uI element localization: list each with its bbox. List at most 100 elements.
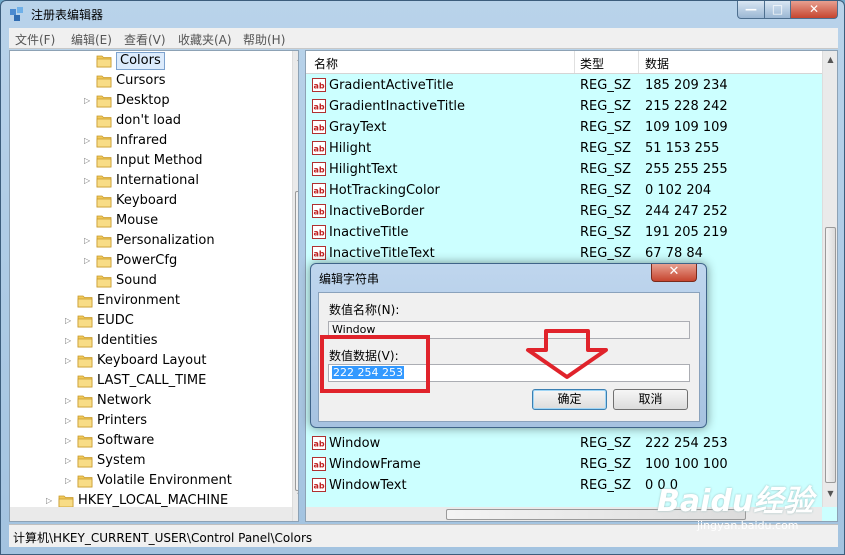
value-data: 244 247 252 — [645, 204, 728, 219]
expand-arrow-icon[interactable]: ▷ — [65, 451, 75, 471]
value-data: 109 109 109 — [645, 120, 728, 135]
value-name: InactiveTitleText — [329, 246, 435, 261]
value-row[interactable]: ab InactiveTitle REG_SZ 191 205 219 — [306, 222, 822, 243]
value-type: REG_SZ — [580, 99, 631, 114]
value-row[interactable]: ab GradientActiveTitle REG_SZ 185 209 234 — [306, 75, 822, 96]
value-name: HotTrackingColor — [329, 183, 440, 198]
menu-file[interactable]: 文件(F) — [15, 31, 55, 48]
tree-horizontal-scrollbar[interactable] — [10, 507, 292, 521]
folder-icon — [96, 175, 112, 188]
value-name: InactiveBorder — [329, 204, 425, 219]
expand-arrow-icon[interactable]: ▷ — [65, 431, 75, 451]
string-value-icon: ab — [312, 457, 326, 471]
folder-icon — [77, 455, 93, 468]
value-row[interactable]: ab Window REG_SZ 222 254 253 — [306, 433, 822, 454]
tree-item-label: Infrared — [116, 133, 168, 148]
tree-item-label: Environment — [97, 293, 181, 308]
menu-help[interactable]: 帮助(H) — [243, 31, 285, 48]
folder-icon — [77, 415, 93, 428]
value-type: REG_SZ — [580, 78, 631, 93]
folder-icon — [96, 95, 112, 108]
tree-item-label: EUDC — [97, 313, 134, 328]
value-row[interactable]: ab GrayText REG_SZ 109 109 109 — [306, 117, 822, 138]
value-name: GradientInactiveTitle — [329, 99, 466, 114]
value-type: REG_SZ — [580, 246, 631, 261]
expand-arrow-icon[interactable]: ▷ — [65, 411, 75, 431]
value-row[interactable]: ab Hilight REG_SZ 51 153 255 — [306, 138, 822, 159]
value-data: 191 205 219 — [645, 225, 728, 240]
expand-arrow-icon[interactable]: ▷ — [84, 171, 94, 191]
expand-arrow-icon[interactable]: ▷ — [84, 251, 94, 271]
expand-arrow-icon[interactable]: ▷ — [65, 471, 75, 491]
value-data: 222 254 253 — [645, 436, 728, 451]
dialog-close-button[interactable]: ✕ — [651, 264, 697, 282]
folder-icon — [96, 195, 112, 208]
menu-bar: 文件(F) 编辑(E) 查看(V) 收藏夹(A) 帮助(H) — [9, 28, 838, 49]
string-value-icon-label: ab — [313, 187, 324, 196]
value-row[interactable]: ab HilightText REG_SZ 255 255 255 — [306, 159, 822, 180]
scroll-down-arrow-icon[interactable]: ▼ — [295, 491, 298, 505]
registry-tree[interactable]: Colors Cursors ▷ Desktop don't load ▷ Infrared… — [9, 50, 299, 522]
folder-icon — [77, 395, 93, 408]
menu-favorites[interactable]: 收藏夹(A) — [178, 31, 232, 48]
ok-button[interactable]: 确定 — [532, 389, 607, 410]
column-name-header[interactable]: 名称 — [314, 55, 338, 72]
string-value-icon-label: ab — [313, 166, 324, 175]
tree-item-label: Network — [97, 393, 152, 408]
value-type: REG_SZ — [580, 141, 631, 156]
folder-icon — [77, 355, 93, 368]
folder-icon — [77, 435, 93, 448]
tree-item-label: Colors — [116, 52, 165, 70]
expand-arrow-icon[interactable]: ▷ — [65, 311, 75, 331]
tree-item-label: Desktop — [116, 93, 170, 108]
folder-icon — [77, 295, 93, 308]
value-row[interactable]: ab InactiveTitleText REG_SZ 67 78 84 — [306, 243, 822, 264]
title-bar[interactable]: 注册表编辑器 — □ ✕ — [1, 1, 844, 27]
list-vertical-scrollbar[interactable]: ▲ ▼ — [822, 51, 837, 507]
value-type: REG_SZ — [580, 183, 631, 198]
expand-arrow-icon[interactable]: ▷ — [65, 351, 75, 371]
value-row[interactable]: ab WindowFrame REG_SZ 100 100 100 — [306, 454, 822, 475]
tree-scroll-thumb[interactable] — [295, 191, 298, 491]
status-path: 计算机\HKEY_CURRENT_USER\Control Panel\Colo… — [13, 531, 313, 545]
tree-vertical-scrollbar[interactable]: ▲ ▼ — [292, 51, 298, 521]
value-type: REG_SZ — [580, 225, 631, 240]
column-type-header[interactable]: 类型 — [580, 55, 604, 72]
scroll-up-arrow-icon[interactable]: ▲ — [295, 53, 298, 67]
value-data: 185 209 234 — [645, 78, 728, 93]
value-row[interactable]: ab HotTrackingColor REG_SZ 0 102 204 — [306, 180, 822, 201]
expand-arrow-icon[interactable]: ▷ — [84, 131, 94, 151]
maximize-button[interactable]: □ — [764, 1, 791, 19]
list-scroll-thumb[interactable] — [825, 227, 836, 483]
string-value-icon: ab — [312, 120, 326, 134]
close-button[interactable]: ✕ — [790, 1, 838, 19]
value-type: REG_SZ — [580, 457, 631, 472]
tree-item-label: Input Method — [116, 153, 203, 168]
expand-arrow-icon[interactable]: ▷ — [65, 391, 75, 411]
value-row[interactable]: ab GradientInactiveTitle REG_SZ 215 228 242 — [306, 96, 822, 117]
value-type: REG_SZ — [580, 436, 631, 451]
column-data-header[interactable]: 数据 — [645, 55, 669, 72]
watermark-url: jingyan.baidu.com — [697, 519, 799, 532]
value-row[interactable]: ab InactiveBorder REG_SZ 244 247 252 — [306, 201, 822, 222]
expand-arrow-icon[interactable]: ▷ — [84, 151, 94, 171]
cancel-button[interactable]: 取消 — [613, 389, 688, 410]
tree-item-label: System — [97, 453, 146, 468]
tree-item-label: International — [116, 173, 199, 188]
minimize-button[interactable]: — — [737, 1, 765, 19]
menu-edit[interactable]: 编辑(E) — [71, 31, 112, 48]
menu-view[interactable]: 查看(V) — [124, 31, 166, 48]
value-name: HilightText — [329, 162, 398, 177]
tree-item-label: Sound — [116, 273, 157, 288]
string-value-icon: ab — [312, 141, 326, 155]
string-value-icon: ab — [312, 246, 326, 260]
string-value-icon-label: ab — [313, 250, 324, 259]
string-value-icon-label: ab — [313, 229, 324, 238]
expand-arrow-icon[interactable]: ▷ — [84, 231, 94, 251]
scroll-up-arrow-icon[interactable]: ▲ — [825, 55, 836, 69]
expand-arrow-icon[interactable]: ▷ — [84, 91, 94, 111]
expand-arrow-icon[interactable]: ▷ — [65, 331, 75, 351]
folder-icon — [96, 135, 112, 148]
folder-icon — [77, 375, 93, 388]
value-name: WindowFrame — [329, 457, 421, 472]
